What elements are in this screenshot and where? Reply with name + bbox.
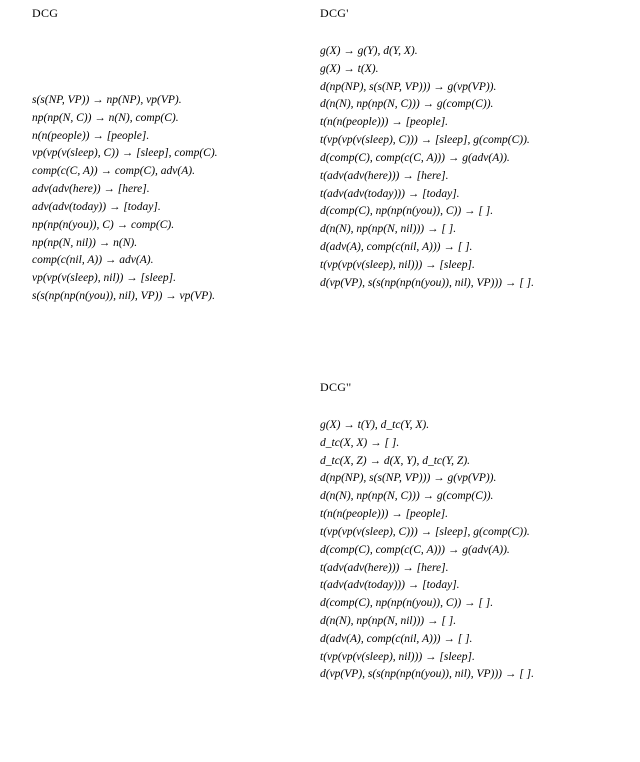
rules-dcg-double-prime: g(X) → t(Y), d_tc(Y, X). d_tc(X, X) → [ …: [320, 417, 534, 684]
heading-dcg: DCG: [32, 6, 58, 21]
heading-dcg-prime: DCG': [320, 6, 534, 21]
heading-dcg-double-prime: DCG'': [320, 380, 534, 395]
rules-dcg-prime: g(X) → g(Y), d(Y, X). g(X) → t(X). d(np(…: [320, 43, 534, 292]
rules-dcg: s(s(NP, VP)) → np(NP), vp(VP). np(np(N, …: [32, 92, 218, 306]
